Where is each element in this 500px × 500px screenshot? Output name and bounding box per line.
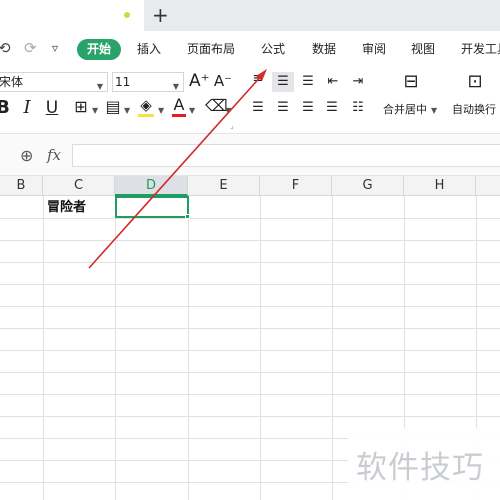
tab-strip: + bbox=[0, 0, 500, 31]
row-divider bbox=[0, 240, 500, 241]
fill-color-swatch bbox=[138, 114, 154, 117]
chevron-down-icon[interactable]: ▼ bbox=[431, 106, 437, 115]
column-divider bbox=[332, 196, 333, 500]
column-header-g[interactable]: G bbox=[332, 176, 404, 196]
align-top-icon[interactable]: ≡ bbox=[251, 69, 265, 89]
merge-center-icon[interactable]: ⊟ bbox=[398, 72, 424, 92]
wrap-text-icon[interactable]: ⊡ bbox=[462, 72, 488, 92]
shrink-font-button[interactable]: A⁻ bbox=[213, 71, 233, 91]
menu-tab-formulas[interactable]: 公式 bbox=[261, 42, 285, 56]
column-header-h[interactable]: H bbox=[404, 176, 476, 196]
ribbon: ⟲ ⟳ ▿ 开始 插入 页面布局 公式 数据 审阅 视图 开发工具 宋体 ▼ 1… bbox=[0, 31, 500, 133]
row-divider bbox=[0, 350, 500, 351]
bold-button[interactable]: B bbox=[0, 98, 10, 118]
row-divider bbox=[0, 306, 500, 307]
merge-center-label[interactable]: 合并居中 bbox=[383, 104, 427, 116]
font-size-value: 11 bbox=[115, 75, 131, 89]
column-header-e[interactable]: E bbox=[188, 176, 260, 196]
wrap-text-label[interactable]: 自动换行 bbox=[452, 104, 496, 116]
font-name-value: 宋体 bbox=[0, 75, 24, 89]
column-divider bbox=[115, 196, 116, 500]
cell-c2[interactable]: 冒险者 bbox=[47, 200, 86, 216]
fill-handle[interactable] bbox=[185, 214, 190, 219]
formula-bar: ⊕ fx bbox=[0, 133, 500, 176]
row-divider bbox=[0, 284, 500, 285]
watermark-text: 软件技巧 bbox=[356, 450, 484, 486]
column-header-d[interactable]: D bbox=[115, 176, 188, 196]
row-divider bbox=[0, 372, 500, 373]
fx-button[interactable]: fx bbox=[47, 146, 61, 164]
borders-icon[interactable]: ⊞ bbox=[72, 97, 90, 117]
new-tab-button[interactable]: + bbox=[152, 3, 169, 27]
distributed-align-icon[interactable]: ☷ bbox=[349, 98, 367, 118]
unsaved-dot-icon bbox=[124, 12, 130, 18]
align-left-icon[interactable]: ☰ bbox=[250, 98, 266, 118]
fill-color-icon[interactable]: ◈ bbox=[136, 95, 156, 115]
column-divider bbox=[43, 196, 44, 500]
align-middle-icon[interactable]: ☰ bbox=[272, 72, 294, 92]
undo-icon[interactable]: ⟲ bbox=[0, 40, 11, 56]
underline-button[interactable]: U bbox=[44, 98, 60, 118]
menu-tab-insert[interactable]: 插入 bbox=[137, 42, 161, 56]
row-divider bbox=[0, 328, 500, 329]
chevron-down-icon[interactable]: ▼ bbox=[92, 106, 98, 115]
quick-access-more-icon[interactable]: ▿ bbox=[52, 40, 58, 56]
column-header-b[interactable]: B bbox=[0, 176, 43, 196]
font-color-button[interactable]: A bbox=[172, 95, 186, 115]
font-size-select[interactable]: 11 ▼ bbox=[112, 72, 184, 92]
chevron-down-icon[interactable]: ▼ bbox=[124, 106, 130, 115]
formula-input[interactable] bbox=[72, 144, 500, 167]
justify-icon[interactable]: ☰ bbox=[324, 98, 340, 118]
column-divider bbox=[188, 196, 189, 500]
document-tab[interactable] bbox=[0, 0, 144, 31]
menu-tab-developer[interactable]: 开发工具 bbox=[461, 42, 500, 56]
align-center-icon[interactable]: ☰ bbox=[275, 98, 291, 118]
menu-tab-review[interactable]: 审阅 bbox=[362, 42, 386, 56]
menu-tab-view[interactable]: 视图 bbox=[411, 42, 435, 56]
row-divider bbox=[0, 394, 500, 395]
cell-style-icon[interactable]: ▤ bbox=[104, 97, 122, 117]
selected-cell-d2[interactable] bbox=[115, 196, 189, 218]
italic-button[interactable]: I bbox=[20, 98, 34, 118]
decrease-indent-icon[interactable]: ⇤ bbox=[324, 72, 342, 92]
font-name-select[interactable]: 宋体 ▼ bbox=[0, 72, 108, 92]
menu-tab-data[interactable]: 数据 bbox=[312, 42, 336, 56]
zoom-formula-icon[interactable]: ⊕ bbox=[20, 146, 33, 165]
grow-font-button[interactable]: A⁺ bbox=[189, 71, 210, 91]
align-bottom-icon[interactable]: ☰ bbox=[300, 72, 316, 92]
column-header-f[interactable]: F bbox=[260, 176, 332, 196]
font-color-swatch bbox=[172, 114, 186, 117]
align-right-icon[interactable]: ☰ bbox=[300, 98, 316, 118]
column-header-c[interactable]: C bbox=[43, 176, 115, 196]
clear-format-eraser-icon[interactable]: ⌫ bbox=[205, 96, 228, 116]
chevron-down-icon[interactable]: ▼ bbox=[189, 106, 195, 115]
increase-indent-icon[interactable]: ⇥ bbox=[349, 72, 367, 92]
chevron-down-icon: ▼ bbox=[96, 82, 103, 91]
column-header-next[interactable] bbox=[476, 176, 500, 196]
menu-tab-home[interactable]: 开始 bbox=[77, 39, 121, 60]
row-divider bbox=[0, 218, 500, 219]
chevron-down-icon[interactable]: ▼ bbox=[225, 106, 231, 115]
redo-icon[interactable]: ⟳ bbox=[24, 40, 37, 56]
column-divider bbox=[260, 196, 261, 500]
row-divider bbox=[0, 416, 500, 417]
chevron-down-icon[interactable]: ▼ bbox=[158, 106, 164, 115]
menu-tab-page-layout[interactable]: 页面布局 bbox=[187, 42, 235, 56]
font-dialog-launcher-icon[interactable]: ⌟ bbox=[230, 121, 234, 130]
chevron-down-icon: ▼ bbox=[172, 82, 179, 91]
row-divider bbox=[0, 262, 500, 263]
